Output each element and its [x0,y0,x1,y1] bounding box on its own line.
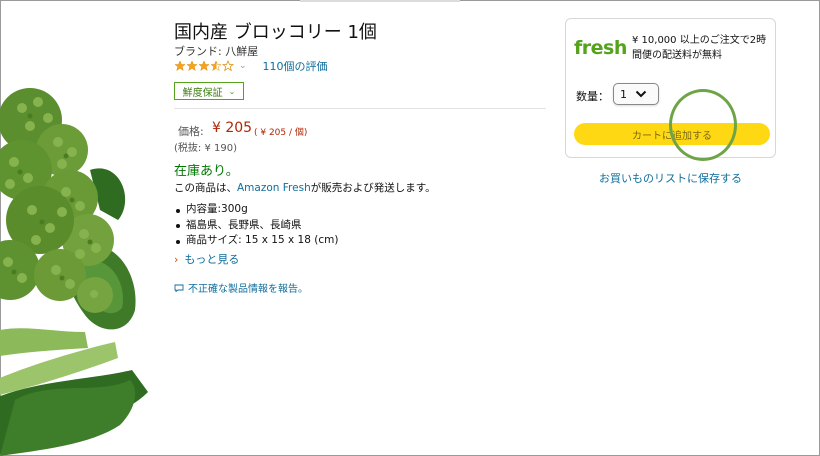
list-item: 商品サイズ: 15 x 15 x 18 (cm) [174,233,338,249]
free-shipping-notice: ¥ 10,000 以上のご注文で2時間便の配送料が無料 [632,35,767,61]
star-icon [222,60,234,72]
star-icon [210,60,222,72]
report-incorrect-info-link[interactable]: 不正確な製品情報を報告。 [174,280,308,295]
product-title: 国内産 ブロッコリー 1個 [174,22,377,43]
star-icon [174,60,186,72]
feature-bullets: 内容量:300g 福島県、長野県、長崎県 商品サイズ: 15 x 15 x 18… [174,202,338,249]
see-more-label: もっと見る [184,253,240,266]
quantity-select[interactable]: 1 [613,83,659,105]
list-item: 福島県、長野県、長崎県 [174,218,338,234]
quantity-value: 1 [620,87,627,101]
rating-stars[interactable] [174,60,234,72]
chevron-right-icon: › [174,252,179,266]
divider [174,108,546,109]
save-to-list-link[interactable]: お買いものリストに保存する [565,170,776,186]
report-label: 不正確な製品情報を報告。 [188,284,308,295]
unit-price: ( ¥ 205 / 個) [254,128,308,138]
chevron-down-icon [635,90,647,98]
fresh-logo: fresh [574,37,627,59]
add-to-cart-button[interactable]: カートに追加する [574,123,770,145]
sold-by-prefix: この商品は、 [174,182,237,194]
amazon-fresh-link[interactable]: Amazon Fresh [237,182,311,194]
top-edge-bar [300,0,460,2]
list-item: 内容量:300g [174,202,338,218]
sold-by-suffix: が販売および発送します。 [310,182,436,194]
buy-box: fresh ¥ 10,000 以上のご注文で2時間便の配送料が無料 数量： 1 … [565,18,776,158]
product-image[interactable] [0,80,150,456]
price-label: 価格: [178,125,204,138]
rating-row: ⌄ 110個の評価 [174,59,328,73]
badge-label: 鮮度保証 [182,87,223,99]
star-icon [198,60,210,72]
sold-by-text: この商品は、Amazon Freshが販売および発送します。 [174,180,436,195]
stock-status: 在庫あり。 [174,164,239,179]
chat-bubble-icon [174,284,184,292]
quantity-label: 数量： [576,90,609,103]
price-value: ¥ 205 [212,120,253,136]
tax-excluded-price: (税抜: ¥ 190) [174,143,237,154]
rating-count-link[interactable]: 110個の評価 [263,58,328,74]
product-brand[interactable]: ブランド: 八鮮屋 [174,43,258,59]
see-more-link[interactable]: › もっと見る [174,251,239,267]
rating-dropdown-caret[interactable]: ⌄ [239,61,247,71]
chevron-down-icon: ⌄ [228,86,236,96]
freshness-guarantee-badge[interactable]: 鮮度保証 ⌄ [174,82,244,100]
star-icon [186,60,198,72]
